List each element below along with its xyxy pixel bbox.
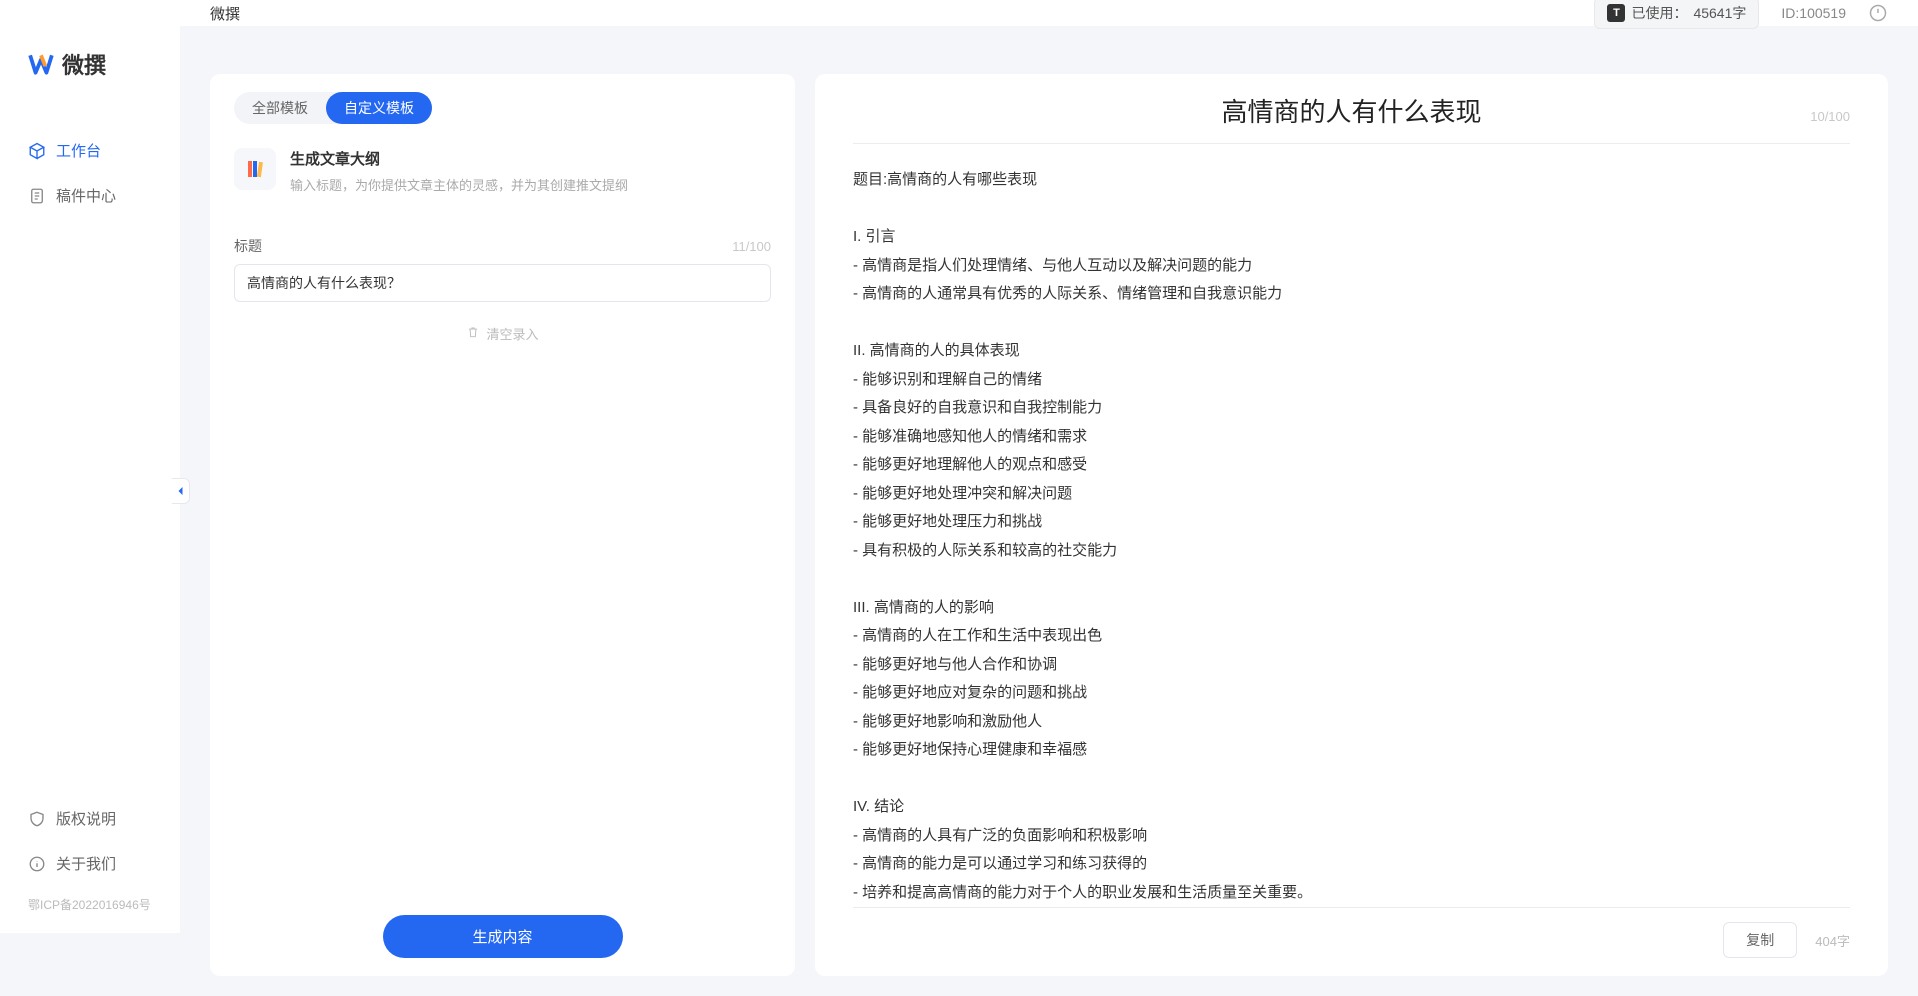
sidebar-item-copyright[interactable]: 版权说明 — [10, 798, 170, 839]
template-card: 生成文章大纲 输入标题，为你提供文章主体的灵感，并为其创建推文提纲 — [234, 144, 771, 214]
usage-pill[interactable]: T 已使用： 45641字 — [1594, 0, 1759, 29]
result-panel: 高情商的人有什么表现 10/100 题目:高情商的人有哪些表现 I. 引言 - … — [815, 74, 1888, 976]
template-desc: 输入标题，为你提供文章主体的灵感，并为其创建推文提纲 — [290, 175, 628, 194]
tab-all-templates[interactable]: 全部模板 — [234, 92, 326, 124]
sidebar-item-label: 工作台 — [56, 140, 101, 161]
main: 微撰 T 已使用： 45641字 ID:100519 全部模板 自定义模板 — [180, 0, 1918, 933]
sidebar-item-label: 版权说明 — [56, 808, 116, 829]
topbar-right: T 已使用： 45641字 ID:100519 — [1594, 0, 1888, 29]
generate-button[interactable]: 生成内容 — [383, 915, 623, 958]
copy-button[interactable]: 复制 — [1723, 922, 1797, 958]
result-title-count: 10/100 — [1790, 109, 1850, 124]
info-icon — [28, 855, 46, 873]
template-meta: 生成文章大纲 输入标题，为你提供文章主体的灵感，并为其创建推文提纲 — [290, 148, 628, 194]
clear-label: 清空录入 — [486, 324, 538, 343]
result-title: 高情商的人有什么表现 — [913, 92, 1790, 129]
clear-input-button[interactable]: 清空录入 — [234, 324, 771, 343]
sidebar-item-drafts[interactable]: 稿件中心 — [10, 175, 170, 216]
left-footer: 生成内容 — [234, 895, 771, 958]
usage-value: 45641字 — [1693, 3, 1746, 23]
cube-icon — [28, 142, 46, 160]
template-panel: 全部模板 自定义模板 生成文章大纲 输入标题，为你提供文章主体的灵感，并为其创建… — [210, 74, 795, 976]
title-input[interactable] — [234, 264, 771, 302]
sidebar-item-label: 稿件中心 — [56, 185, 116, 206]
result-body[interactable]: 题目:高情商的人有哪些表现 I. 引言 - 高情商是指人们处理情绪、与他人互动以… — [853, 156, 1850, 907]
shield-icon — [28, 810, 46, 828]
field-label: 标题 — [234, 236, 262, 256]
sidebar: 微撰 工作台 稿件中心 版权说明 — [0, 0, 180, 933]
field-char-count: 11/100 — [732, 239, 771, 254]
topbar: 微撰 T 已使用： 45641字 ID:100519 — [180, 0, 1918, 26]
sidebar-item-about[interactable]: 关于我们 — [10, 843, 170, 884]
sidebar-collapse-handle[interactable] — [172, 478, 190, 504]
template-tabs: 全部模板 自定义模板 — [234, 92, 432, 124]
token-icon: T — [1607, 4, 1625, 22]
trash-icon — [466, 325, 480, 342]
icp-text: 鄂ICP备2022016946号 — [10, 888, 170, 913]
workspace: 全部模板 自定义模板 生成文章大纲 输入标题，为你提供文章主体的灵感，并为其创建… — [180, 26, 1918, 996]
doc-icon — [28, 187, 46, 205]
word-count: 404字 — [1815, 931, 1850, 950]
user-id: ID:100519 — [1781, 5, 1846, 21]
power-icon[interactable] — [1868, 3, 1888, 23]
tab-custom-templates[interactable]: 自定义模板 — [326, 92, 432, 124]
logo-icon — [28, 51, 54, 77]
page-title: 微撰 — [210, 3, 240, 24]
sidebar-bottom: 版权说明 关于我们 鄂ICP备2022016946号 — [0, 798, 180, 913]
sidebar-item-label: 关于我们 — [56, 853, 116, 874]
sidebar-item-workbench[interactable]: 工作台 — [10, 130, 170, 171]
usage-label: 已使用： — [1631, 3, 1687, 23]
result-header: 高情商的人有什么表现 10/100 — [853, 92, 1850, 144]
sidebar-nav: 工作台 稿件中心 — [0, 130, 180, 216]
title-field-header: 标题 11/100 — [234, 236, 771, 256]
brand-logo: 微撰 — [0, 20, 180, 130]
template-title: 生成文章大纲 — [290, 148, 628, 169]
brand-name: 微撰 — [62, 48, 106, 80]
books-icon — [234, 148, 276, 190]
